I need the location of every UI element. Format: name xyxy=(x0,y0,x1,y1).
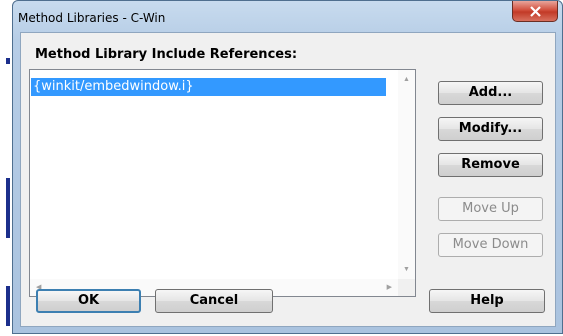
move-down-button[interactable]: Move Down xyxy=(438,233,543,257)
window-title: Method Libraries - C-Win xyxy=(18,11,166,25)
scroll-right-icon[interactable]: ▶ xyxy=(387,284,392,291)
dialog-body: Method Library Include References: {wink… xyxy=(20,32,556,327)
dialog-window: Method Libraries - C-Win Method Library … xyxy=(12,0,563,334)
edge-mark xyxy=(6,178,10,238)
background-edge xyxy=(0,0,12,336)
ok-button[interactable]: OK xyxy=(36,289,141,313)
scroll-up-icon[interactable]: ▲ xyxy=(403,76,410,83)
scrollbar-corner xyxy=(398,279,415,296)
close-icon xyxy=(529,5,541,17)
list-item[interactable]: {winkit/embedwindow.i} xyxy=(31,78,386,96)
modify-button[interactable]: Modify... xyxy=(438,117,543,141)
help-button[interactable]: Help xyxy=(429,289,545,313)
list-label: Method Library Include References: xyxy=(35,47,298,62)
remove-button[interactable]: Remove xyxy=(438,153,543,177)
close-button[interactable] xyxy=(512,1,558,22)
add-button[interactable]: Add... xyxy=(438,81,543,105)
include-references-list[interactable]: {winkit/embedwindow.i} ▲ ▼ ◀ ▶ xyxy=(29,69,416,297)
move-up-button[interactable]: Move Up xyxy=(438,197,543,221)
cancel-button[interactable]: Cancel xyxy=(155,289,273,313)
edge-mark xyxy=(6,286,10,326)
title-bar[interactable]: Method Libraries - C-Win xyxy=(13,1,562,33)
vertical-scrollbar[interactable]: ▲ ▼ xyxy=(398,70,415,279)
edge-mark xyxy=(6,58,10,64)
scroll-down-icon[interactable]: ▼ xyxy=(403,266,410,273)
